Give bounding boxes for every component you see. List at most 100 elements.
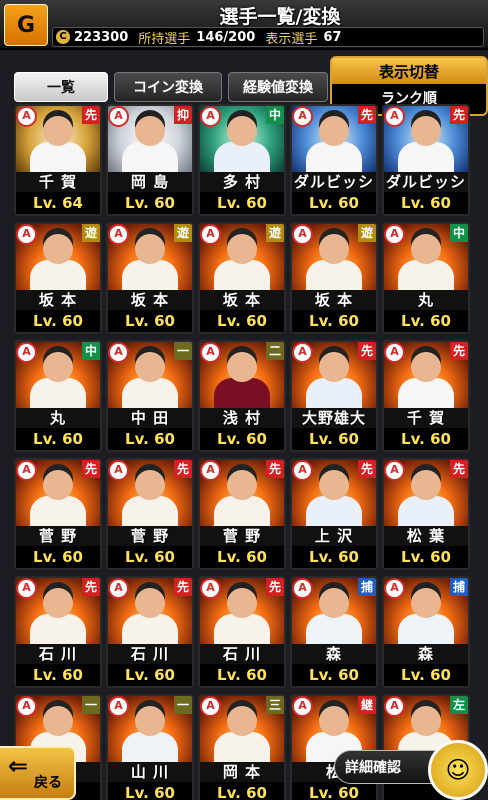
- player-card[interactable]: A 抑岡 島 Lv. 60: [106, 104, 194, 216]
- position-badge: 先: [450, 106, 468, 124]
- player-level: Lv. 60: [384, 428, 468, 450]
- position-badge: 捕: [358, 578, 376, 596]
- player-name: 上 沢: [292, 526, 376, 546]
- rank-a-icon: A: [384, 578, 405, 599]
- player-level: Lv. 60: [292, 192, 376, 214]
- player-card[interactable]: A 先上 沢 Lv. 60: [290, 458, 378, 570]
- player-level: Lv. 60: [108, 192, 192, 214]
- status-bar: C 223300 所持選手 146/200 表示選手 67: [52, 27, 484, 47]
- player-card[interactable]: A 中丸 Lv. 60: [382, 222, 470, 334]
- player-level: Lv. 60: [200, 428, 284, 450]
- rank-a-icon: A: [292, 578, 313, 599]
- player-level: Lv. 60: [292, 782, 376, 800]
- player-body: [122, 260, 178, 290]
- rank-a-icon: A: [108, 224, 129, 245]
- player-card[interactable]: A 一山 川 Lv. 60: [106, 694, 194, 800]
- player-card[interactable]: A 二浅 村 Lv. 60: [198, 340, 286, 452]
- player-card[interactable]: A 先石 川 Lv. 60: [14, 576, 102, 688]
- player-name: 森: [384, 644, 468, 664]
- player-card[interactable]: A 中多 村 Lv. 60: [198, 104, 286, 216]
- detail-avatar-icon[interactable]: ☺: [428, 740, 488, 800]
- player-head: [43, 588, 73, 618]
- position-badge: 先: [82, 106, 100, 124]
- player-body: [306, 378, 362, 408]
- player-level: Lv. 60: [384, 310, 468, 332]
- player-body: [398, 260, 454, 290]
- player-card[interactable]: A 遊坂 本 Lv. 60: [198, 222, 286, 334]
- player-head: [411, 116, 441, 146]
- player-name: 岡 本: [200, 762, 284, 782]
- player-name: 浅 村: [200, 408, 284, 428]
- player-card-grid: A先千 賀 Lv. 64 A 抑岡 島 Lv. 60 A 中多 村 Lv. 60 A 先ダルビッシ…: [14, 104, 474, 800]
- position-badge: 先: [266, 578, 284, 596]
- back-button[interactable]: ⇐ 戻る: [0, 746, 76, 800]
- player-card[interactable]: A 先石 川 Lv. 60: [106, 576, 194, 688]
- tab-coin-convert[interactable]: コイン変換: [114, 72, 222, 102]
- position-badge: 継: [358, 696, 376, 714]
- player-body: [30, 614, 86, 644]
- player-head: [135, 706, 165, 736]
- player-head: [319, 116, 349, 146]
- player-body: [30, 260, 86, 290]
- player-level: Lv. 60: [384, 664, 468, 686]
- player-head: [319, 588, 349, 618]
- coin-count: 223300: [74, 29, 129, 45]
- player-card[interactable]: A 先菅 野 Lv. 60: [198, 458, 286, 570]
- position-badge: 一: [174, 342, 192, 360]
- player-head: [43, 352, 73, 382]
- player-name: 千 賀: [16, 172, 100, 192]
- player-card[interactable]: A 遊坂 本 Lv. 60: [14, 222, 102, 334]
- player-card[interactable]: A 先千 賀 Lv. 64: [14, 104, 102, 216]
- player-head: [43, 470, 73, 500]
- player-card[interactable]: A 一中 田 Lv. 60: [106, 340, 194, 452]
- player-head: [319, 234, 349, 264]
- player-card[interactable]: A 先千 賀 Lv. 60: [382, 340, 470, 452]
- player-head: [319, 470, 349, 500]
- player-card[interactable]: A 捕森 Lv. 60: [382, 576, 470, 688]
- rank-a-icon: A: [384, 106, 405, 127]
- player-card[interactable]: A 捕森 Lv. 60: [290, 576, 378, 688]
- rank-a-icon: A: [292, 224, 313, 245]
- player-level: Lv. 60: [16, 428, 100, 450]
- shown-count: 67: [323, 29, 342, 45]
- player-level: Lv. 60: [384, 546, 468, 568]
- player-head: [135, 352, 165, 382]
- player-name: 石 川: [16, 644, 100, 664]
- player-card[interactable]: A継松Lv. 60: [290, 694, 378, 800]
- tab-exp-convert[interactable]: 経験値変換: [228, 72, 328, 102]
- player-name: 坂 本: [16, 290, 100, 310]
- player-body: [214, 614, 270, 644]
- player-card[interactable]: A 遊坂 本 Lv. 60: [290, 222, 378, 334]
- player-card[interactable]: A 中丸 Lv. 60: [14, 340, 102, 452]
- rank-a-icon: A: [16, 224, 37, 245]
- player-card[interactable]: A 先石 川 Lv. 60: [198, 576, 286, 688]
- rank-a-icon: A: [16, 696, 37, 717]
- player-card[interactable]: A 先菅 野 Lv. 60: [14, 458, 102, 570]
- player-card[interactable]: A 先松 葉 Lv. 60: [382, 458, 470, 570]
- player-body: [122, 378, 178, 408]
- player-body: [122, 732, 178, 762]
- position-badge: 先: [82, 578, 100, 596]
- player-card[interactable]: A 先ダルビッシュLv. 60: [290, 104, 378, 216]
- tab-list[interactable]: 一覧: [14, 72, 108, 102]
- player-head: [411, 588, 441, 618]
- player-level: Lv. 60: [16, 310, 100, 332]
- position-badge: 先: [174, 578, 192, 596]
- player-body: [30, 378, 86, 408]
- player-body: [214, 142, 270, 172]
- player-level: Lv. 60: [200, 310, 284, 332]
- player-head: [43, 116, 73, 146]
- player-card[interactable]: A 遊坂 本 Lv. 60: [106, 222, 194, 334]
- player-head: [411, 352, 441, 382]
- player-card[interactable]: A 先大野雄大 Lv. 60: [290, 340, 378, 452]
- position-badge: 中: [266, 106, 284, 124]
- player-name: 千 賀: [384, 408, 468, 428]
- player-card[interactable]: A 先ダルビッシュLv. 60: [382, 104, 470, 216]
- player-name: 丸: [16, 408, 100, 428]
- position-badge: 三: [266, 696, 284, 714]
- player-card[interactable]: A 三岡 本 Lv. 60: [198, 694, 286, 800]
- position-badge: 遊: [174, 224, 192, 242]
- player-card[interactable]: A 先菅 野 Lv. 60: [106, 458, 194, 570]
- player-body: [306, 260, 362, 290]
- player-head: [227, 470, 257, 500]
